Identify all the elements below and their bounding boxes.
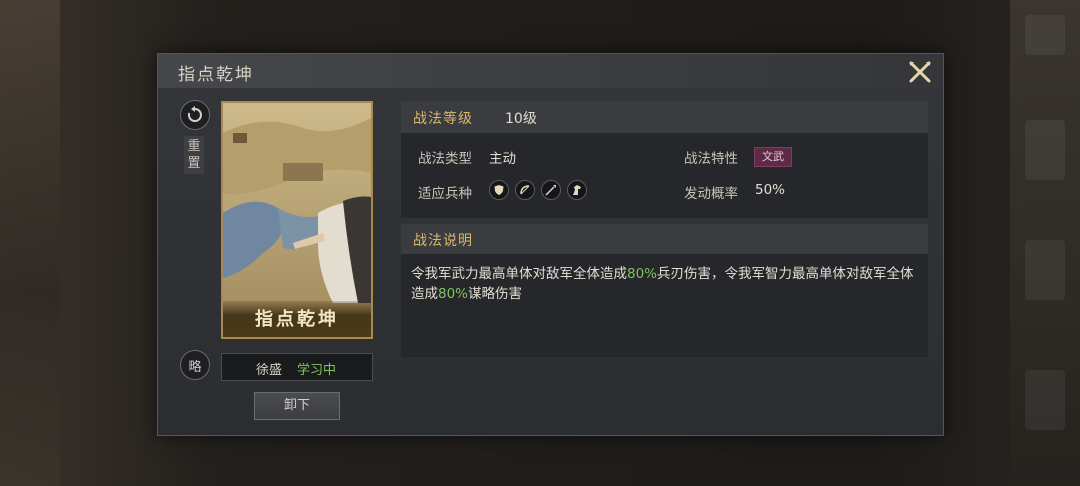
trait-badge: 文武 [754, 147, 792, 167]
unload-button[interactable]: 卸下 [254, 392, 340, 420]
type-label: 战法类型 [418, 151, 472, 167]
background-slot [1025, 15, 1065, 55]
damage-percent-1: 80% [627, 266, 658, 282]
attributes-panel: 战法等级 10级 战法类型 主动 战法特性 文武 适应兵种 发动概率 50% [401, 101, 928, 218]
description-panel: 战法说明 令我军武力最高单体对敌军全体造成80%兵刃伤害，令我军智力最高单体对敌… [401, 224, 928, 357]
bow-icon [515, 180, 535, 200]
level-row: 战法等级 10级 [401, 101, 928, 133]
close-icon[interactable] [907, 59, 933, 85]
tactic-card: 指点乾坤 [221, 101, 373, 339]
background-left-panel [0, 0, 60, 486]
level-label: 战法等级 [413, 111, 473, 127]
rate-label: 发动概率 [684, 186, 738, 202]
description-part1: 令我军武力最高单体对敌军全体造成 [411, 266, 627, 282]
spear-icon [541, 180, 561, 200]
troop-label: 适应兵种 [418, 186, 472, 202]
damage-percent-2: 80% [438, 286, 469, 302]
reset-button-label[interactable]: 重置 [184, 136, 204, 174]
background-slot [1025, 120, 1065, 180]
type-value: 主动 [489, 151, 516, 167]
horse-icon [567, 180, 587, 200]
description-text: 令我军武力最高单体对敌军全体造成80%兵刃伤害，令我军智力最高单体对敌军全体造成… [411, 264, 921, 304]
learner-status: 学习中 [297, 363, 337, 378]
rate-value: 50% [755, 182, 786, 198]
tactic-detail-dialog: 指点乾坤 重置 指点乾坤 略 徐盛 学习中 卸下 战法等级 10级 战法类型 主… [157, 53, 944, 436]
background-slot [1025, 370, 1065, 430]
description-label: 战法说明 [413, 233, 473, 249]
learner-bar: 徐盛 学习中 [221, 353, 373, 381]
undo-arrow-icon[interactable] [180, 100, 210, 130]
strategy-type-icon: 略 [180, 350, 210, 380]
background-right-panel [1010, 0, 1080, 486]
description-header: 战法说明 [401, 224, 928, 254]
background-slot [1025, 240, 1065, 300]
shield-icon [489, 180, 509, 200]
dialog-title: 指点乾坤 [178, 65, 254, 85]
card-title: 指点乾坤 [255, 309, 339, 330]
learner-name: 徐盛 [256, 363, 283, 378]
dialog-title-bar: 指点乾坤 [158, 54, 943, 88]
trait-label: 战法特性 [684, 151, 738, 167]
description-part3: 谋略伤害 [468, 286, 523, 302]
level-value: 10级 [505, 111, 537, 127]
